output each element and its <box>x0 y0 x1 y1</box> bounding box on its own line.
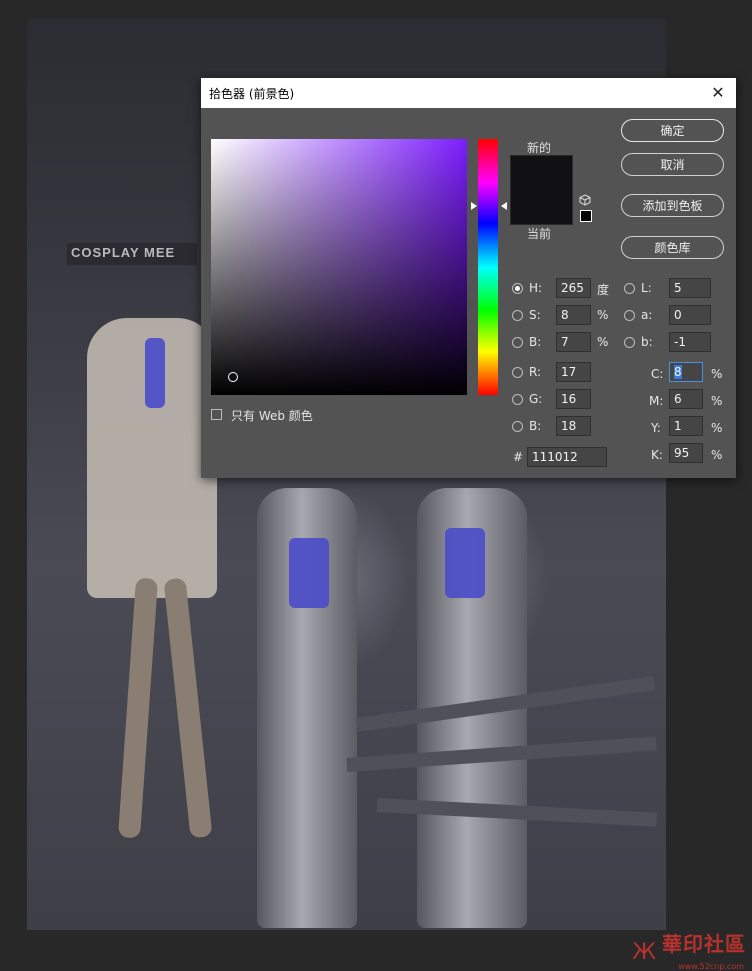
saturation-radio[interactable] <box>512 310 523 321</box>
lab-b-label: b: <box>641 335 653 349</box>
magenta-unit: % <box>711 394 723 408</box>
dialog-titlebar[interactable]: 拾色器 (前景色) ✕ <box>201 78 736 108</box>
hue-input[interactable]: 265 <box>556 278 591 298</box>
saturation-brightness-field[interactable] <box>211 139 467 395</box>
lab-b-input[interactable]: -1 <box>669 332 711 352</box>
dialog-title: 拾色器 (前景色) <box>209 87 295 101</box>
armor-glow-right <box>445 528 485 598</box>
hue-slider[interactable] <box>478 139 498 395</box>
hue-radio[interactable] <box>512 283 523 294</box>
mannequin-leg-left <box>117 577 159 839</box>
lab-b-radio[interactable] <box>624 337 635 348</box>
brightness-radio[interactable] <box>512 337 523 348</box>
watermark-url: www.52cnp.com <box>678 962 744 971</box>
web-only-label: 只有 Web 颜色 <box>231 409 313 423</box>
brightness-input[interactable]: 7 <box>556 332 591 352</box>
green-radio[interactable] <box>512 394 523 405</box>
saturation-label: S: <box>529 308 541 322</box>
lab-l-label: L: <box>641 281 652 295</box>
hue-label: H: <box>529 281 543 295</box>
lab-a-radio[interactable] <box>624 310 635 321</box>
add-to-swatches-button[interactable]: 添加到色板 <box>621 194 724 217</box>
blue-input[interactable]: 18 <box>556 416 591 436</box>
black-unit: % <box>711 448 723 462</box>
blue-label: B: <box>529 419 542 433</box>
current-color-label: 当前 <box>527 227 552 241</box>
lab-a-label: a: <box>641 308 653 322</box>
armor-glow-chest <box>145 338 165 408</box>
hex-label: # <box>513 450 524 464</box>
armor-glow-left <box>289 538 329 608</box>
lab-l-input[interactable]: 5 <box>669 278 711 298</box>
new-color-swatch <box>510 155 573 190</box>
web-only-checkbox[interactable] <box>211 409 222 420</box>
lab-l-radio[interactable] <box>624 283 635 294</box>
black-input[interactable]: 95 <box>669 443 703 463</box>
lab-a-input[interactable]: 0 <box>669 305 711 325</box>
close-icon[interactable]: ✕ <box>706 81 730 105</box>
hue-unit: 度 <box>597 283 610 297</box>
new-color-label: 新的 <box>527 141 552 155</box>
yellow-label: Y: <box>651 421 661 435</box>
saturation-unit: % <box>597 308 609 322</box>
saturation-input[interactable]: 8 <box>556 305 591 325</box>
blue-radio[interactable] <box>512 421 523 432</box>
ok-button[interactable]: 确定 <box>621 119 724 142</box>
color-libraries-button[interactable]: 颜色库 <box>621 236 724 259</box>
green-label: G: <box>529 392 543 406</box>
brightness-unit: % <box>597 335 609 349</box>
cyan-unit: % <box>711 367 723 381</box>
black-label: K: <box>651 448 663 462</box>
magenta-label: M: <box>649 394 664 408</box>
watermark-text: 華印社區 <box>662 932 746 956</box>
watermark-logo: Ж <box>632 940 656 965</box>
color-cursor[interactable] <box>228 372 238 382</box>
red-radio[interactable] <box>512 367 523 378</box>
red-input[interactable]: 17 <box>556 362 591 382</box>
color-picker-dialog: 拾色器 (前景色) ✕ 新的 当前 确定 取消 添加到色板 颜色库 H: 265… <box>201 78 736 478</box>
hue-slider-handle-left[interactable] <box>471 202 477 210</box>
yellow-input[interactable]: 1 <box>669 416 703 436</box>
green-input[interactable]: 16 <box>556 389 591 409</box>
cyan-input[interactable]: 8 <box>669 362 703 382</box>
current-color-swatch[interactable] <box>510 190 573 225</box>
hue-slider-handle-right[interactable] <box>501 202 507 210</box>
brightness-label: B: <box>529 335 542 349</box>
websafe-color-swatch[interactable] <box>580 210 592 222</box>
cancel-button[interactable]: 取消 <box>621 153 724 176</box>
mannequin-leg-right <box>163 577 213 839</box>
cube-icon[interactable] <box>579 194 591 206</box>
magenta-input[interactable]: 6 <box>669 389 703 409</box>
red-label: R: <box>529 365 542 379</box>
yellow-unit: % <box>711 421 723 435</box>
cosplay-banner: COSPLAY MEE <box>67 243 197 265</box>
cyan-label: C: <box>651 367 664 381</box>
hex-input[interactable]: 111012 <box>527 447 607 467</box>
